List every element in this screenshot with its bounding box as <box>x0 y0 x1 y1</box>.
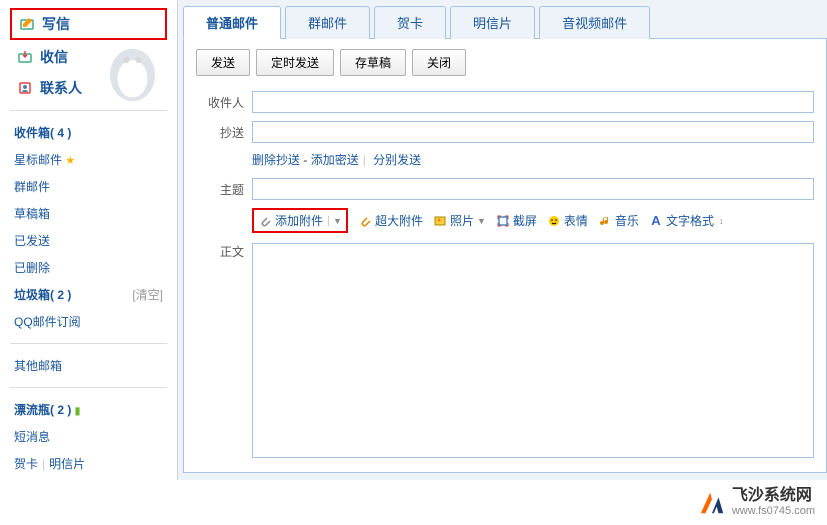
subject-label: 主题 <box>196 181 244 198</box>
body-editor[interactable] <box>252 243 814 458</box>
main-panel: 普通邮件 群邮件 贺卡 明信片 音视频邮件 发送 定时发送 存草稿 关闭 收件人… <box>178 0 827 480</box>
bottle-icon: ▮ <box>75 406 81 417</box>
emoji-button[interactable]: 表情 <box>547 212 588 229</box>
attach-button[interactable]: 添加附件 ▼ <box>252 208 348 233</box>
compose-content: 发送 定时发送 存草稿 关闭 收件人 抄送 删除抄送 - 添加密送| 分别发送 … <box>183 39 827 473</box>
folder-drift[interactable]: 漂流瓶( 2 ) ▮ <box>10 396 167 423</box>
screenshot-button[interactable]: 截屏 <box>496 212 537 229</box>
contacts-label: 联系人 <box>40 78 82 98</box>
folder-greeting-postcard[interactable]: 贺卡|明信片 <box>10 450 167 477</box>
folder-deleted[interactable]: 已删除 <box>10 254 167 281</box>
watermark-url: www.fs0745.com <box>732 505 815 517</box>
tab-av[interactable]: 音视频邮件 <box>539 6 650 39</box>
inbox-icon <box>16 49 34 65</box>
tab-postcard[interactable]: 明信片 <box>450 6 535 39</box>
sidebar: 写信 收信 联系人 收件箱( 4 ) 星标邮件 ★ 群邮件 草稿箱 已发送 已删… <box>0 0 178 480</box>
music-icon <box>598 214 612 228</box>
tabs: 普通邮件 群邮件 贺卡 明信片 音视频邮件 <box>183 5 827 39</box>
folder-sent[interactable]: 已发送 <box>10 227 167 254</box>
photo-button[interactable]: 照片 ▼ <box>433 212 486 229</box>
tab-group[interactable]: 群邮件 <box>285 6 370 39</box>
to-input[interactable] <box>252 91 814 113</box>
receive-label: 收信 <box>40 47 68 67</box>
to-label: 收件人 <box>196 94 244 111</box>
cc-input[interactable] <box>252 121 814 143</box>
tab-greeting[interactable]: 贺卡 <box>374 6 446 39</box>
contacts-icon <box>16 80 34 96</box>
music-button[interactable]: 音乐 <box>598 212 639 229</box>
text-format-icon: A <box>649 214 663 228</box>
folder-inbox[interactable]: 收件箱( 4 ) <box>10 119 167 146</box>
attach-dropdown-icon[interactable]: ▼ <box>328 216 342 226</box>
watermark-logo-icon <box>698 488 726 516</box>
paperclip-big-icon <box>358 214 372 228</box>
add-bcc-link[interactable]: 添加密送 <box>311 153 359 167</box>
big-attach-button[interactable]: 超大附件 <box>358 212 423 229</box>
divider <box>10 387 167 388</box>
clear-trash-link[interactable]: [清空] <box>132 286 163 303</box>
divider <box>10 110 167 111</box>
remove-cc-link[interactable]: 删除抄送 <box>252 153 300 167</box>
action-bar: 发送 定时发送 存草稿 关闭 <box>196 49 814 76</box>
write-label: 写信 <box>42 14 70 34</box>
penguin-bg-image <box>95 30 170 105</box>
folder-calendar-notes[interactable]: 日历(新)|记事本 🔒 <box>10 477 167 480</box>
folder-sms[interactable]: 短消息 <box>10 423 167 450</box>
divider <box>10 343 167 344</box>
tab-normal[interactable]: 普通邮件 <box>183 6 281 39</box>
watermark-title: 飞沙系统网 <box>732 487 815 505</box>
photo-icon <box>433 214 447 228</box>
close-button[interactable]: 关闭 <box>412 49 466 76</box>
separate-send-link[interactable]: 分别发送 <box>373 153 421 167</box>
subject-input[interactable] <box>252 178 814 200</box>
draft-button[interactable]: 存草稿 <box>340 49 406 76</box>
folder-other[interactable]: 其他邮箱 <box>10 352 167 379</box>
emoji-icon <box>547 214 561 228</box>
folder-group[interactable]: 群邮件 <box>10 173 167 200</box>
star-icon: ★ <box>65 155 75 167</box>
format-button[interactable]: A 文字格式↕ <box>649 212 724 229</box>
watermark: 飞沙系统网 www.fs0745.com <box>698 487 815 517</box>
folder-subscribe[interactable]: QQ邮件订阅 <box>10 308 167 335</box>
paperclip-icon <box>258 214 272 228</box>
folder-trash[interactable]: 垃圾箱( 2 ) [清空] <box>10 281 167 308</box>
schedule-button[interactable]: 定时发送 <box>256 49 334 76</box>
compose-icon <box>18 16 36 32</box>
cc-label: 抄送 <box>196 124 244 141</box>
screenshot-icon <box>496 214 510 228</box>
folder-starred[interactable]: 星标邮件 ★ <box>10 146 167 173</box>
send-button[interactable]: 发送 <box>196 49 250 76</box>
cc-links: 删除抄送 - 添加密送| 分别发送 <box>252 151 814 168</box>
compose-toolbar: 添加附件 ▼ 超大附件 照片 ▼ <box>252 208 814 233</box>
folder-drafts[interactable]: 草稿箱 <box>10 200 167 227</box>
body-label: 正文 <box>196 243 244 260</box>
